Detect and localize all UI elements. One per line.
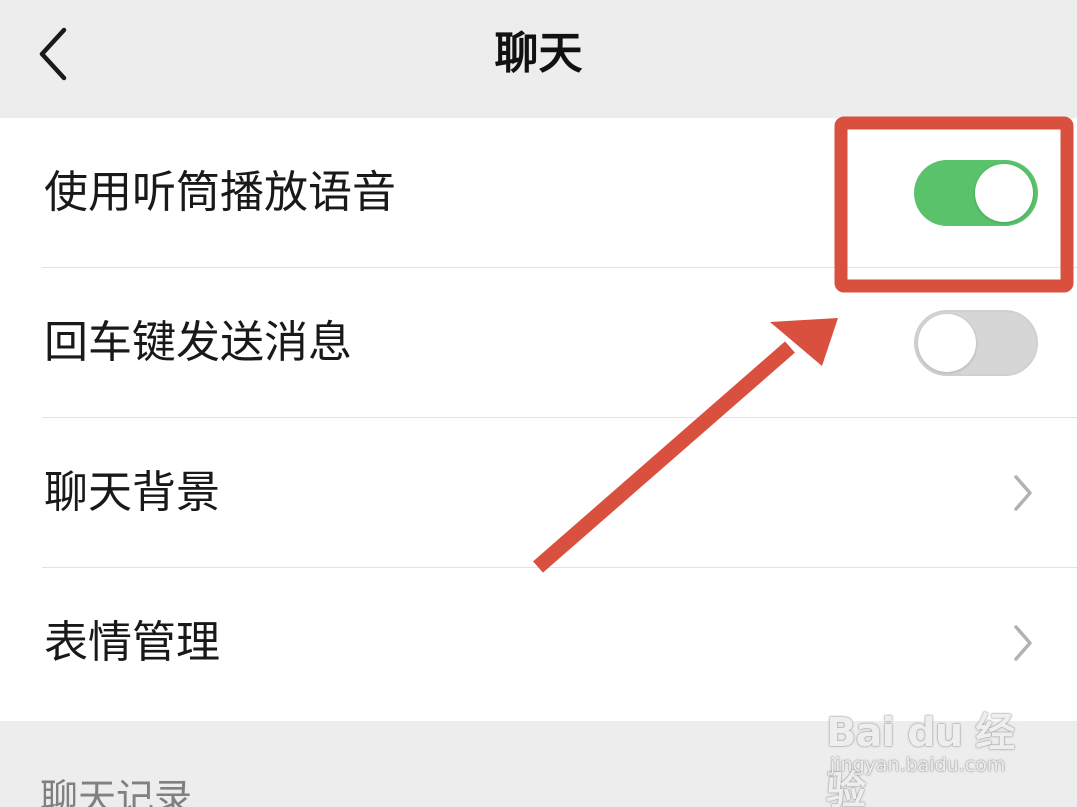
setting-label-chat-background: 聊天背景 [44,467,220,518]
chevron-right-icon [1014,625,1032,661]
nav-bar: 聊天 [0,0,1077,118]
setting-label-sticker-management: 表情管理 [44,617,220,668]
setting-row-chat-background[interactable]: 聊天背景 [0,418,1077,568]
baidu-jingyan-watermark: Bai du 经验 jingyan.baidu.com [826,690,1026,807]
setting-label-earpiece-voice: 使用听筒播放语音 [44,167,396,218]
chevron-right-icon [1014,475,1032,511]
setting-row-earpiece-voice[interactable]: 使用听筒播放语音 [0,118,1077,268]
chat-settings-screen: 聊天 使用听筒播放语音 回车键发送消息 聊天背景 表情管理 聊天记录 Bai d… [0,0,1077,807]
watermark-url: jingyan.baidu.com [830,754,1006,776]
toggle-knob [975,164,1033,222]
toggle-knob [918,314,976,372]
page-title: 聊天 [494,28,583,79]
setting-label-enter-to-send: 回车键发送消息 [44,317,352,368]
setting-row-enter-to-send[interactable]: 回车键发送消息 [0,268,1077,418]
earpiece-voice-toggle[interactable] [914,160,1038,226]
settings-list: 使用听筒播放语音 回车键发送消息 聊天背景 表情管理 [0,118,1077,721]
enter-to-send-toggle[interactable] [914,310,1038,376]
section-header-chat-history[interactable]: 聊天记录 [40,768,192,807]
